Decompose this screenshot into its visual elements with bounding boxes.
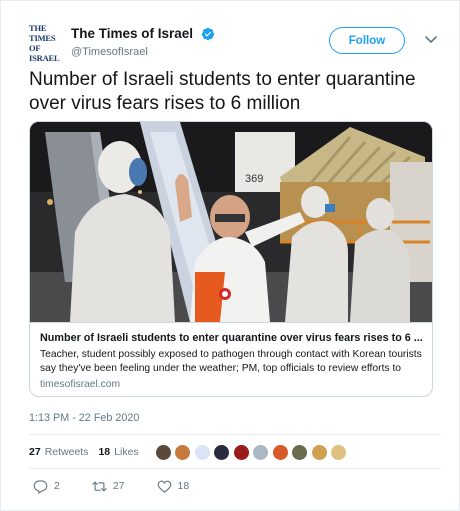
tweet-text: Number of Israeli students to enter quar… [29,69,416,114]
tweet-actions: 2 27 18 [33,477,221,495]
verified-badge-icon [201,27,214,40]
divider [29,434,441,435]
logo-line-1: THE TIMES [29,23,56,43]
liker-avatar[interactable] [310,443,328,461]
liker-avatar[interactable] [193,443,211,461]
card-domain[interactable]: timesofisrael.com [40,379,422,390]
card-image[interactable]: 369 [30,122,432,322]
card-body[interactable]: Number of Israeli students to enter quar… [30,322,432,390]
liker-avatar[interactable] [271,443,289,461]
reply-count: 2 [54,480,60,492]
liker-avatar[interactable] [174,443,192,461]
chevron-down-icon[interactable] [423,31,439,47]
heart-icon [157,480,171,493]
retweet-icon [92,481,107,491]
liker-avatar[interactable] [291,443,309,461]
card-description: Teacher, student possibly exposed to pat… [40,349,422,374]
reply-action[interactable]: 2 [33,479,60,494]
like-count: 18 [177,480,190,492]
divider [29,468,441,469]
account-name-block[interactable]: The Times of Israel @TimesofIsrael [71,25,215,58]
liker-avatar[interactable] [213,443,231,461]
retweets-count: 27 [29,446,41,458]
likes-stat[interactable]: 18 Likes [98,446,138,458]
follow-button[interactable]: Follow [329,27,405,54]
display-name[interactable]: The Times of Israel [71,26,193,41]
liker-avatar[interactable] [330,443,348,461]
link-card[interactable]: 369 Number of Israeli students to enter … [29,121,433,397]
engagement-stats: 27 Retweets 18 Likes [29,442,350,462]
account-avatar-logo[interactable]: THE TIMES OF ISRAEL [29,23,67,63]
tweet-header: THE TIMES OF ISRAEL The Times of Israel … [29,19,441,63]
likes-count: 18 [98,446,111,458]
account-handle[interactable]: @TimesofIsrael [71,46,215,58]
reply-icon [33,479,48,494]
retweet-action[interactable]: 27 [92,479,125,494]
card-title[interactable]: Number of Israeli students to enter quar… [40,332,422,344]
retweets-stat[interactable]: 27 Retweets [29,446,88,458]
svg-text:369: 369 [245,173,263,185]
tweet-timestamp[interactable]: 1:13 PM - 22 Feb 2020 [29,412,139,424]
like-action[interactable]: 18 [157,479,190,494]
liker-avatar[interactable] [154,443,172,461]
retweets-label: Retweets [44,446,89,458]
logo-line-2: OF ISRAEL [29,43,60,63]
liker-avatars [154,443,350,461]
likes-label: Likes [114,446,139,458]
liker-avatar[interactable] [252,443,270,461]
retweet-count: 27 [112,480,125,492]
liker-avatar[interactable] [232,443,250,461]
tweet: THE TIMES OF ISRAEL The Times of Israel … [0,0,460,511]
